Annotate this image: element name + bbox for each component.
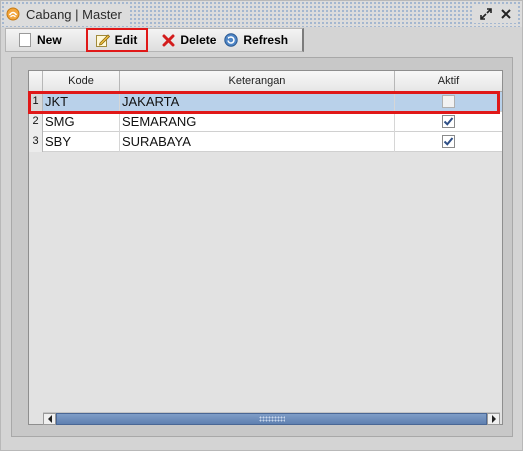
check-icon	[443, 117, 454, 126]
header-keterangan[interactable]: Keterangan	[120, 71, 395, 91]
cell-keterangan[interactable]: SEMARANG	[121, 112, 395, 132]
title-bar[interactable]: Cabang | Master	[1, 1, 522, 27]
refresh-button[interactable]: Refresh	[218, 29, 302, 51]
edit-button[interactable]: Edit	[85, 28, 149, 52]
refresh-button-label: Refresh	[243, 33, 289, 47]
cell-keterangan[interactable]: JAKARTA	[121, 92, 395, 112]
window-title: Cabang | Master	[26, 6, 122, 22]
scroll-grip	[258, 416, 285, 422]
toolbar: New Edit Delete Refresh	[5, 28, 304, 52]
restore-button[interactable]	[477, 5, 495, 23]
new-document-icon	[18, 33, 32, 47]
table-row[interactable]: 1 JKT JAKARTA	[29, 92, 502, 112]
cell-keterangan[interactable]: SURABAYA	[121, 132, 395, 152]
scroll-left-button[interactable]	[43, 413, 56, 425]
aktif-checkbox[interactable]	[442, 115, 455, 128]
new-button-label: New	[37, 33, 62, 47]
window-controls	[474, 5, 518, 23]
new-button[interactable]: New	[6, 29, 86, 51]
edit-pencil-icon	[95, 33, 110, 47]
cell-aktif	[396, 132, 502, 152]
header-row-number	[29, 71, 43, 91]
row-number: 1	[29, 92, 43, 112]
delete-x-icon	[162, 33, 175, 47]
cell-aktif	[396, 92, 502, 112]
grid-header: Kode Keterangan Aktif	[29, 71, 502, 92]
cabang-master-window: Cabang | Master New Edit Delete Refresh …	[0, 0, 523, 451]
cell-kode[interactable]: SBY	[44, 132, 120, 152]
header-aktif[interactable]: Aktif	[395, 71, 502, 91]
cell-kode[interactable]: JKT	[44, 92, 120, 112]
restore-icon	[480, 8, 492, 20]
scroll-right-button[interactable]	[487, 413, 500, 425]
delete-button-label: Delete	[180, 33, 217, 47]
check-icon	[443, 137, 454, 146]
app-swirl-icon	[6, 7, 20, 21]
row-number: 3	[29, 132, 43, 152]
cell-kode[interactable]: SMG	[44, 112, 120, 132]
scroll-thumb[interactable]	[56, 413, 487, 425]
header-kode[interactable]: Kode	[43, 71, 120, 91]
close-button[interactable]	[497, 5, 515, 23]
refresh-icon	[224, 33, 239, 47]
horizontal-scrollbar[interactable]	[43, 412, 500, 425]
aktif-checkbox[interactable]	[442, 135, 455, 148]
close-icon	[501, 9, 511, 19]
row-number: 2	[29, 112, 43, 132]
cell-aktif	[396, 112, 502, 132]
aktif-checkbox[interactable]	[442, 95, 455, 108]
arrow-left-icon	[47, 415, 52, 423]
cabang-grid: Kode Keterangan Aktif 1 JKT JAKARTA 2 SM…	[28, 70, 503, 425]
table-row[interactable]: 2 SMG SEMARANG	[29, 112, 502, 132]
delete-button[interactable]: Delete	[148, 29, 218, 51]
table-row[interactable]: 3 SBY SURABAYA	[29, 132, 502, 152]
edit-button-label: Edit	[114, 33, 138, 47]
content-panel: Kode Keterangan Aktif 1 JKT JAKARTA 2 SM…	[11, 57, 513, 437]
arrow-right-icon	[491, 415, 496, 423]
title-wrap: Cabang | Master	[4, 4, 128, 24]
